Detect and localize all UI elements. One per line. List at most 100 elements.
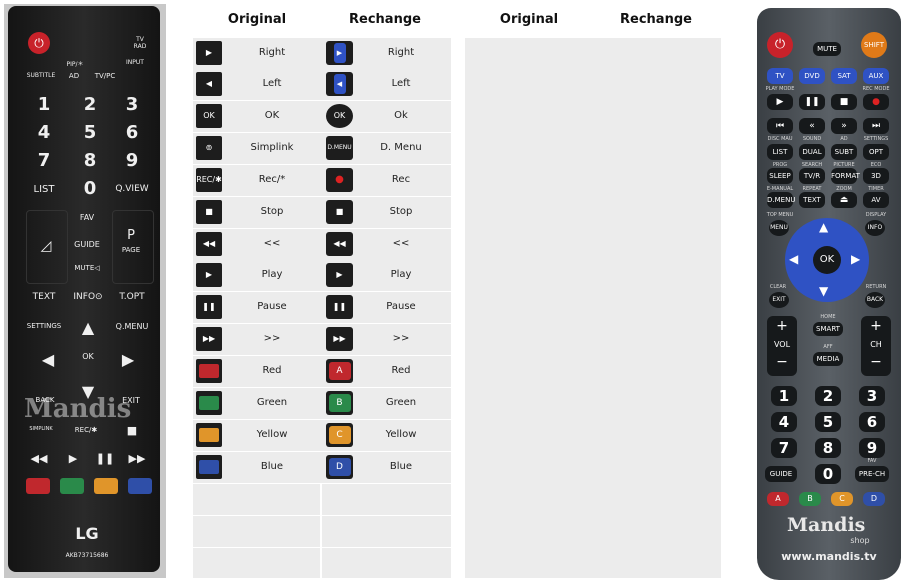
stop-button: ■: [831, 94, 857, 110]
simplink-label: SIMPLINK: [29, 426, 53, 432]
rechange-label: Green: [385, 397, 417, 408]
rew-button: «: [799, 118, 825, 134]
column-divider: [320, 548, 322, 578]
num-9: 9: [125, 150, 139, 171]
original-cell: OK OK: [193, 101, 320, 132]
original-cell: ⊚ Simplink: [193, 133, 320, 164]
table-row: Red A Red: [193, 356, 451, 387]
blue-key: [128, 478, 152, 494]
rechange-cell: A Red: [322, 356, 451, 387]
rechange-letter: A: [328, 362, 351, 380]
table-row: Green B Green: [193, 388, 451, 419]
list-label: LIST: [33, 184, 55, 195]
green-key: [60, 478, 84, 494]
header-rechange: Rechange: [349, 12, 421, 27]
rechange-cell: OK Ok: [322, 101, 451, 132]
original-rewind-icon: ◀◀: [196, 232, 222, 256]
dual-button: DUAL: [799, 144, 825, 160]
fav-label: FAV: [79, 213, 95, 222]
rechange-letter: B: [328, 394, 351, 412]
num-1: 1: [771, 386, 797, 406]
num-8: 8: [83, 150, 97, 171]
ch-minus-icon: −: [870, 354, 882, 370]
rechange-cell: ◀ Left: [322, 69, 451, 100]
rechange-pause-icon: ❚❚: [326, 295, 353, 319]
rechange-label: Stop: [389, 206, 413, 217]
original-rec-star-icon: REC/✱: [196, 168, 222, 192]
rechange-letter: C: [328, 426, 351, 444]
model-number: AKB73715686: [65, 552, 109, 559]
pause-icon: ❚❚: [95, 452, 115, 465]
rechange-label: Play: [390, 269, 412, 280]
original-fast-forward-icon: ▶▶: [196, 327, 222, 351]
right-arrow-icon: ▶: [121, 350, 135, 369]
play-button: ▶: [767, 94, 793, 110]
opt-button: OPT: [863, 144, 889, 160]
table-row: ⊚ Simplink D.MENU D. Menu: [193, 133, 451, 164]
original-cell: ■ Stop: [193, 197, 320, 228]
ok-button: OK: [813, 246, 841, 274]
pause-button: ❚❚: [799, 94, 825, 110]
rechange-cell: ▶ Right: [322, 38, 451, 69]
original-cell: Yellow: [193, 420, 320, 451]
original-cell: REC/✱ Rec/*: [193, 165, 320, 196]
num-9: 9: [859, 438, 885, 458]
rewind-icon: ◀◀: [30, 452, 48, 465]
next-button: ⏭: [863, 118, 889, 134]
guide-label: GUIDE: [74, 240, 100, 249]
rechange-label: <<: [392, 238, 410, 249]
shop-label: shop: [850, 536, 870, 545]
num-0: 0: [83, 178, 97, 199]
rechange-label: >>: [392, 333, 410, 344]
num-2: 2: [83, 94, 97, 115]
up-arrow-icon: ▲: [81, 318, 95, 337]
rechange-rec-red-dot-icon: ●: [326, 168, 353, 192]
input-label: INPUT: [126, 59, 144, 66]
mute-button: MUTE: [813, 42, 841, 56]
subtitle-label: SUBTITLE: [26, 72, 56, 79]
settings-label: SETTINGS: [863, 136, 889, 142]
rechange-cell: ■ Stop: [322, 197, 451, 228]
vol-icon: ◿: [40, 238, 52, 254]
rechange-label: D. Menu: [380, 142, 422, 153]
replacement-remote-photo: ⏻ MUTE SHIFT TV DVD SAT AUX PLAY MODE RE…: [753, 2, 905, 584]
num-4: 4: [37, 122, 51, 143]
rechange-yellow-C-icon: C: [326, 423, 353, 447]
text-label: TEXT: [32, 292, 56, 302]
rechange-label: Ok: [394, 110, 408, 121]
shift-button: SHIFT: [861, 32, 887, 58]
rechange-cell: ● Rec: [322, 165, 451, 196]
rechange-cell: ❚❚ Pause: [322, 292, 451, 323]
rechange-cell: ▶▶ >>: [322, 324, 451, 355]
sound-label: SOUND: [802, 136, 822, 142]
table-row: Yellow C Yellow: [193, 420, 451, 451]
num-4: 4: [771, 412, 797, 432]
original-label: Red: [262, 365, 282, 376]
num-0: 0: [815, 464, 841, 484]
rechange-blue-left-arrow-icon: ◀: [326, 72, 353, 96]
av-button: AV: [863, 192, 889, 208]
red-A-button: A: [767, 492, 789, 506]
num-7: 7: [37, 150, 51, 171]
original-cell: Red: [193, 356, 320, 387]
power-icon: ⏻: [28, 32, 50, 54]
original-play-icon: ▶: [196, 263, 222, 287]
dmenu-button: D.MENU: [767, 192, 795, 208]
list-button: LIST: [767, 144, 793, 160]
table-row-empty: [193, 548, 451, 578]
rechange-cell: ▶ Play: [322, 260, 451, 291]
yellow-key: [94, 478, 118, 494]
watermark-mandis: Mandis: [24, 394, 132, 424]
dpad-right-icon: ▶: [851, 252, 861, 266]
prech-button: PRE-CH: [855, 466, 889, 482]
num-8: 8: [815, 438, 841, 458]
menu-button: MENU: [769, 220, 789, 236]
original-cell: ▶ Right: [193, 38, 320, 69]
subt-button: SUBT: [831, 144, 857, 160]
original-label: Pause: [257, 301, 287, 312]
original-remote-photo: ⏻ TV RAD PIP/＊ INPUT SUBTITLE AD TV/PC 1…: [4, 4, 166, 578]
rechange-play-icon: ▶: [326, 263, 353, 287]
tvpc-label: TV/PC: [94, 72, 116, 80]
mute-label: MUTE◁: [74, 264, 100, 272]
original-label: OK: [264, 110, 280, 121]
